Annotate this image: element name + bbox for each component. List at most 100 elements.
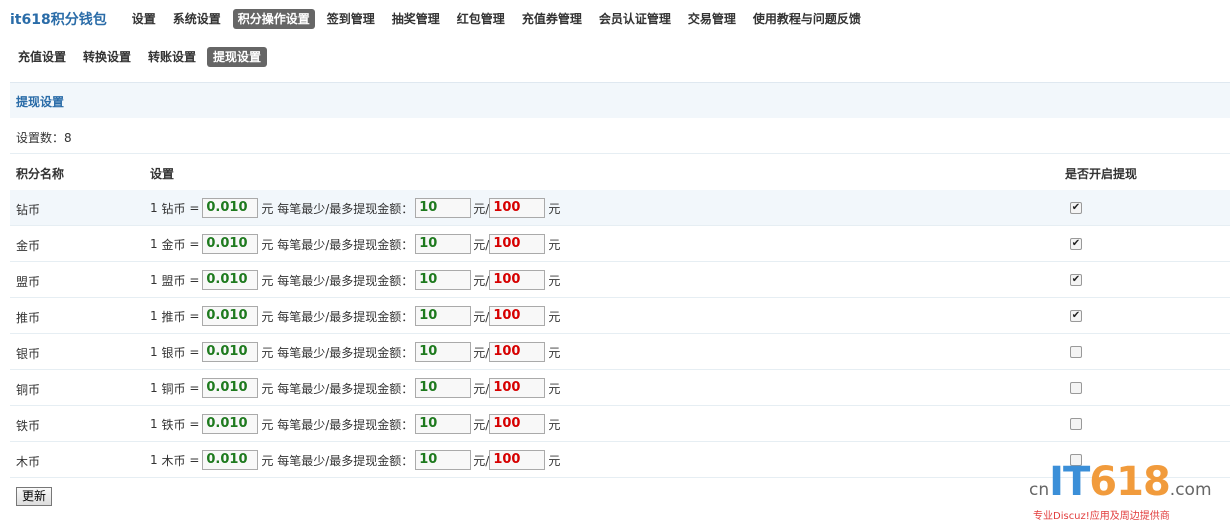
yuan-slash-label: 元/ xyxy=(473,309,490,324)
enable-withdraw-checkbox[interactable]: ✔ xyxy=(1070,202,1082,214)
rate-input[interactable]: 0.010 xyxy=(202,306,259,326)
withdraw-setting: 1 盟币 = 0.010 元 每笔最少/最多提现金额： 10 元/100 元 xyxy=(150,269,560,291)
max-amount-input[interactable]: 100 xyxy=(489,234,546,254)
table-row: 推币 1 推币 = 0.010 元 每笔最少/最多提现金额： 10 元/100 元 ✔ xyxy=(10,298,1230,334)
table-row: 银币 1 银币 = 0.010 元 每笔最少/最多提现金额： 10 元/100 元 xyxy=(10,334,1230,370)
withdraw-setting: 1 钻币 = 0.010 元 每笔最少/最多提现金额： 10 元/100 元 xyxy=(150,197,560,219)
column-header-enabled: 是否开启提现 xyxy=(1065,167,1138,181)
rate-prefix: 1 xyxy=(150,237,158,251)
per-limit-label: 每笔最少/最多提现金额： xyxy=(277,417,414,432)
sub-nav-item[interactable]: 转换设置 xyxy=(77,47,137,67)
per-limit-label: 每笔最少/最多提现金额： xyxy=(277,381,414,396)
yuan-slash-label: 元/ xyxy=(473,201,490,216)
equals-sign: = xyxy=(189,381,200,395)
top-nav-item[interactable]: 会员认证管理 xyxy=(594,9,676,29)
top-nav-item[interactable]: 抽奖管理 xyxy=(387,9,445,29)
rate-input[interactable]: 0.010 xyxy=(202,234,259,254)
settings-count: 设置数：8 xyxy=(16,131,72,145)
per-limit-label: 每笔最少/最多提现金额： xyxy=(277,201,414,216)
rate-currency: 推币 xyxy=(161,309,186,324)
yuan-slash-label: 元/ xyxy=(473,417,490,432)
table-header: 积分名称 设置 是否开启提现 xyxy=(10,154,1230,190)
it618-watermark-logo: cnIT618.com 专业Discuz!应用及周边提供商 xyxy=(1027,457,1227,523)
currency-name: 木币 xyxy=(16,455,41,469)
enable-withdraw-checkbox[interactable] xyxy=(1070,382,1082,394)
rate-input[interactable]: 0.010 xyxy=(202,414,259,434)
yuan-slash-label: 元/ xyxy=(473,237,490,252)
min-amount-input[interactable]: 10 xyxy=(415,342,472,362)
min-amount-input[interactable]: 10 xyxy=(415,450,472,470)
max-amount-input[interactable]: 100 xyxy=(489,342,546,362)
currency-name: 金币 xyxy=(16,239,41,253)
min-amount-input[interactable]: 10 xyxy=(415,306,472,326)
equals-sign: = xyxy=(189,201,200,215)
max-amount-input[interactable]: 100 xyxy=(489,270,546,290)
currency-name: 银币 xyxy=(16,347,41,361)
max-amount-input[interactable]: 100 xyxy=(489,306,546,326)
enable-withdraw-checkbox[interactable] xyxy=(1070,346,1082,358)
watermark-tagline: 专业Discuz!应用及周边提供商 xyxy=(1033,511,1170,522)
enable-withdraw-checkbox[interactable] xyxy=(1070,418,1082,430)
top-nav-item[interactable]: 签到管理 xyxy=(322,9,380,29)
rate-currency: 盟币 xyxy=(161,273,186,288)
min-amount-input[interactable]: 10 xyxy=(415,234,472,254)
withdraw-setting: 1 铁币 = 0.010 元 每笔最少/最多提现金额： 10 元/100 元 xyxy=(150,413,560,435)
sub-nav-item[interactable]: 转账设置 xyxy=(142,47,202,67)
yuan-label: 元 xyxy=(261,273,274,288)
yuan-slash-label: 元/ xyxy=(473,453,490,468)
min-amount-input[interactable]: 10 xyxy=(415,270,472,290)
yuan-label: 元 xyxy=(261,309,274,324)
min-amount-input[interactable]: 10 xyxy=(415,198,472,218)
top-nav-item[interactable]: 设置 xyxy=(127,9,161,29)
sub-nav-item[interactable]: 充值设置 xyxy=(12,47,72,67)
enable-withdraw-checkbox[interactable]: ✔ xyxy=(1070,238,1082,250)
top-nav-item[interactable]: 充值券管理 xyxy=(517,9,587,29)
max-amount-input[interactable]: 100 xyxy=(489,414,546,434)
max-amount-input[interactable]: 100 xyxy=(489,450,546,470)
currency-name: 铁币 xyxy=(16,419,41,433)
table-row: 钻币 1 钻币 = 0.010 元 每笔最少/最多提现金额： 10 元/100 元 ✔ xyxy=(10,190,1230,226)
min-amount-input[interactable]: 10 xyxy=(415,414,472,434)
top-nav-item[interactable]: 积分操作设置 xyxy=(232,9,315,29)
yuan-slash-label: 元/ xyxy=(473,345,490,360)
rate-prefix: 1 xyxy=(150,381,158,395)
table-row: 盟币 1 盟币 = 0.010 元 每笔最少/最多提现金额： 10 元/100 元 ✔ xyxy=(10,262,1230,298)
yuan-slash-label: 元/ xyxy=(473,381,490,396)
withdraw-settings-table: 钻币 1 钻币 = 0.010 元 每笔最少/最多提现金额： 10 元/100 元 ✔ 金币 1 … xyxy=(10,190,1230,478)
yuan-label: 元 xyxy=(548,273,561,288)
rate-prefix: 1 xyxy=(150,417,158,431)
min-amount-input[interactable]: 10 xyxy=(415,378,472,398)
enable-withdraw-checkbox[interactable]: ✔ xyxy=(1070,274,1082,286)
update-button[interactable]: 更新 xyxy=(16,487,53,506)
rate-input[interactable]: 0.010 xyxy=(202,450,259,470)
equals-sign: = xyxy=(189,237,200,251)
rate-prefix: 1 xyxy=(150,453,158,467)
watermark-618: 618 xyxy=(1089,459,1170,505)
settings-count-row: 设置数：8 xyxy=(10,118,1230,154)
max-amount-input[interactable]: 100 xyxy=(489,198,546,218)
per-limit-label: 每笔最少/最多提现金额： xyxy=(277,345,414,360)
rate-input[interactable]: 0.010 xyxy=(202,270,259,290)
yuan-label: 元 xyxy=(548,345,561,360)
top-nav-item[interactable]: 使用教程与问题反馈 xyxy=(748,9,866,29)
watermark-it: IT xyxy=(1049,459,1090,505)
rate-prefix: 1 xyxy=(150,345,158,359)
table-row: 铁币 1 铁币 = 0.010 元 每笔最少/最多提现金额： 10 元/100 元 xyxy=(10,406,1230,442)
brand-title[interactable]: it618积分钱包 xyxy=(10,9,107,29)
rate-currency: 钻币 xyxy=(161,201,186,216)
top-nav-item[interactable]: 交易管理 xyxy=(683,9,741,29)
column-header-setting: 设置 xyxy=(150,167,175,181)
top-nav-item[interactable]: 系统设置 xyxy=(168,9,226,29)
top-nav-item[interactable]: 红包管理 xyxy=(452,9,510,29)
watermark-logo-text: cnIT618.com xyxy=(1029,459,1212,505)
equals-sign: = xyxy=(189,273,200,287)
sub-nav-item[interactable]: 提现设置 xyxy=(207,47,268,67)
per-limit-label: 每笔最少/最多提现金额： xyxy=(277,309,414,324)
yuan-label: 元 xyxy=(261,417,274,432)
rate-input[interactable]: 0.010 xyxy=(202,342,259,362)
rate-input[interactable]: 0.010 xyxy=(202,378,259,398)
rate-input[interactable]: 0.010 xyxy=(202,198,259,218)
yuan-label: 元 xyxy=(548,453,561,468)
enable-withdraw-checkbox[interactable]: ✔ xyxy=(1070,310,1082,322)
max-amount-input[interactable]: 100 xyxy=(489,378,546,398)
